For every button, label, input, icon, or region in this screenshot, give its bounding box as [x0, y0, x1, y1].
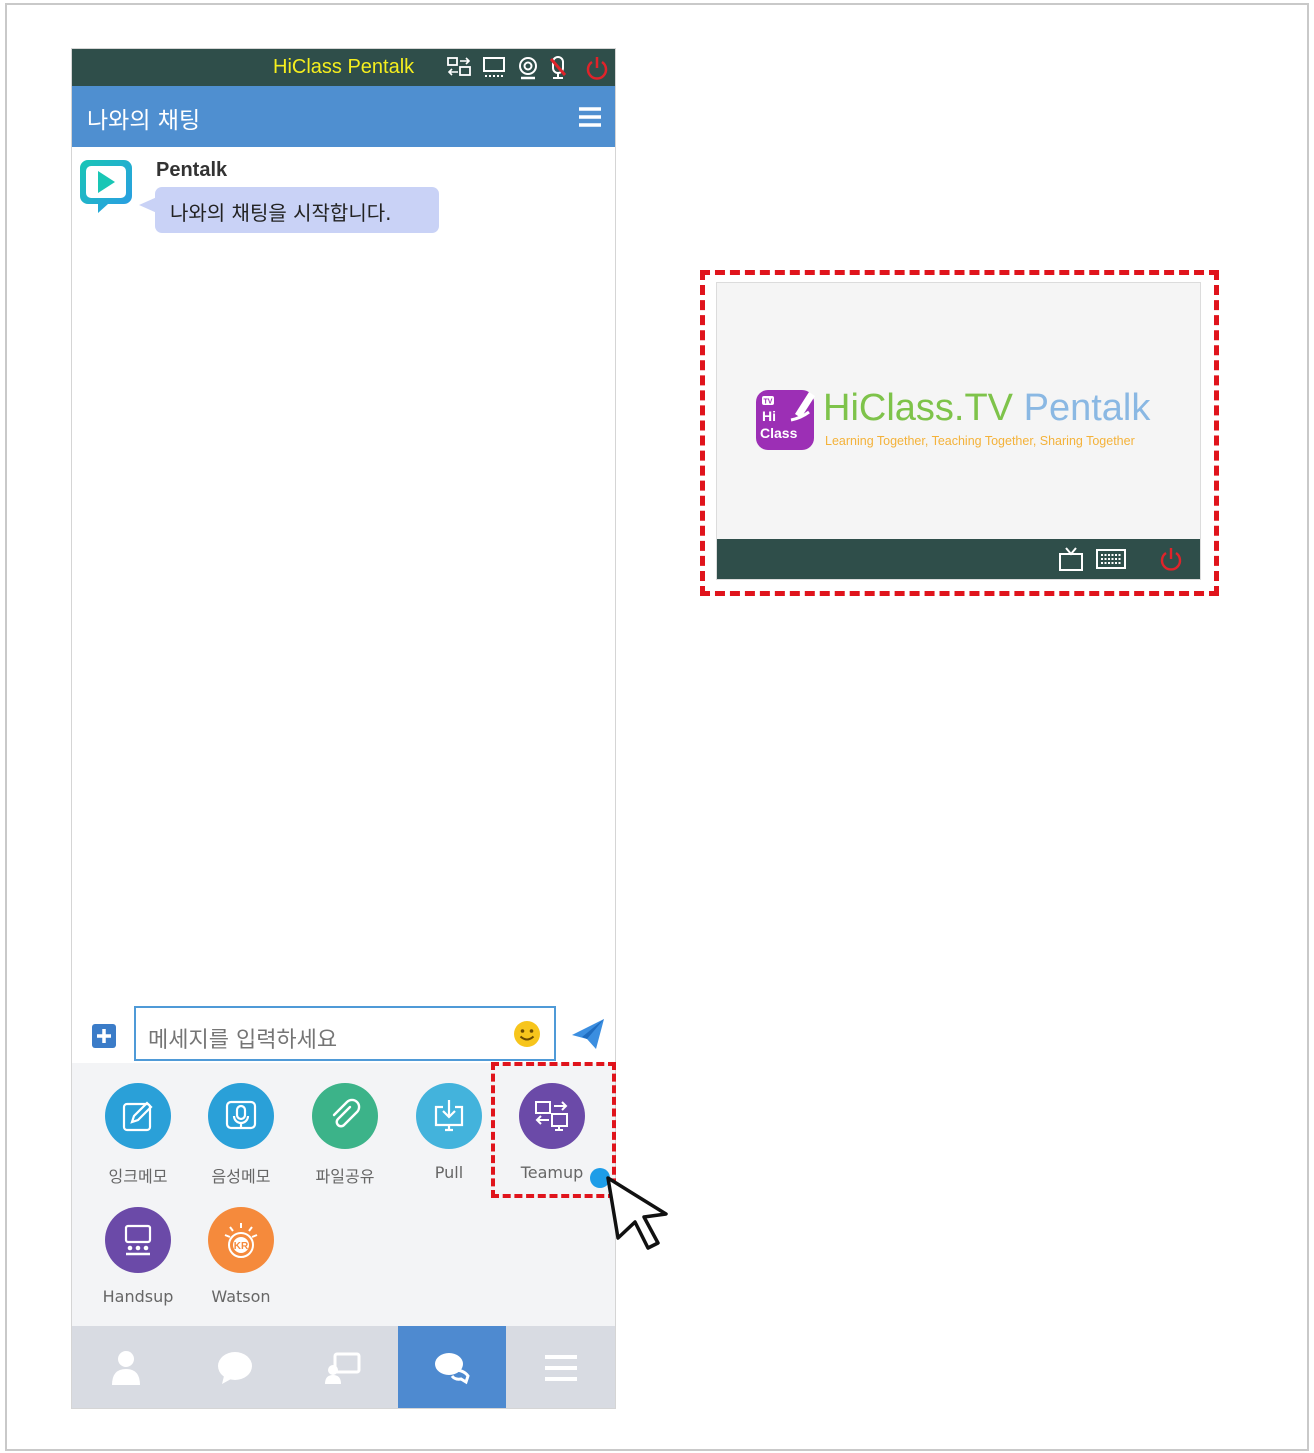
preview-title-hiclass: HiClass.TV — [823, 387, 1014, 429]
preview-title-pentalk: Pentalk — [1023, 387, 1151, 429]
webcam-icon[interactable] — [515, 55, 541, 81]
chat-header: 나와의 채팅 — [72, 86, 615, 147]
hiclass-pentalk-mini-window: TV Hi Class HiClass.TV Pentalk Learning … — [716, 282, 1201, 580]
preview-toolbar — [717, 539, 1200, 579]
screen-share-icon — [325, 1352, 361, 1384]
chat-bubbles-icon — [435, 1353, 470, 1385]
message-bubble: 나와의 채팅을 시작합니다. — [155, 187, 439, 233]
add-attachment-button[interactable] — [91, 1023, 117, 1049]
tool-label: Watson — [211, 1287, 271, 1306]
svg-text:TV: TV — [764, 399, 773, 406]
hamburger-menu-icon[interactable] — [577, 104, 603, 130]
tool-label: 음성메모 — [211, 1167, 271, 1186]
pentalk-avatar-icon — [80, 160, 132, 213]
person-icon — [112, 1351, 141, 1385]
tool-ink-memo[interactable]: 잉크메모 — [88, 1083, 188, 1187]
send-icon[interactable] — [570, 1017, 606, 1051]
microphone-icon — [208, 1083, 274, 1149]
hamburger-icon — [544, 1355, 577, 1381]
mouse-cursor-icon — [606, 1176, 668, 1250]
svg-text:Hi: Hi — [762, 408, 776, 424]
nav-more[interactable] — [506, 1326, 615, 1408]
tv-icon[interactable] — [1057, 545, 1085, 573]
tool-watson[interactable]: KR Watson — [191, 1207, 291, 1306]
nav-chats[interactable] — [181, 1326, 290, 1408]
monitor-status-icon[interactable] — [481, 55, 507, 81]
power-icon[interactable] — [584, 55, 610, 81]
mic-muted-icon[interactable] — [545, 55, 571, 81]
bottom-nav — [72, 1326, 615, 1408]
tool-label: 잉크메모 — [108, 1167, 168, 1186]
message-input[interactable] — [134, 1006, 556, 1061]
watson-kr-icon: KR — [208, 1207, 274, 1273]
app-name: HiClass Pentalk — [273, 56, 415, 78]
svg-text:KR: KR — [234, 1241, 249, 1252]
paperclip-icon — [312, 1083, 378, 1149]
message-sender: Pentalk — [156, 159, 228, 181]
nav-contacts[interactable] — [72, 1326, 181, 1408]
nav-my-chat[interactable] — [397, 1326, 507, 1408]
preview-power-icon[interactable] — [1157, 545, 1185, 573]
pencil-icon — [105, 1083, 171, 1149]
emoji-icon[interactable] — [512, 1019, 542, 1049]
tool-label: Handsup — [102, 1287, 174, 1306]
tool-handsup[interactable]: Handsup — [88, 1207, 188, 1306]
nav-screen-share[interactable] — [289, 1326, 398, 1408]
status-bar: HiClass Pentalk — [72, 49, 615, 86]
preview-title: HiClass.TV Pentalk — [823, 387, 1150, 430]
speech-bubble-icon — [217, 1352, 252, 1384]
tool-file-share[interactable]: 파일공유 — [295, 1083, 395, 1187]
tool-label: Pull — [434, 1163, 464, 1182]
svg-text:Class: Class — [760, 425, 798, 441]
pentalk-app-window: HiClass Pentalk 나와의 채팅 Pentalk 나와의 채팅을 시… — [71, 48, 616, 1409]
presentation-icon — [105, 1207, 171, 1273]
chat-title: 나와의 채팅 — [87, 108, 201, 134]
tool-voice-memo[interactable]: 음성메모 — [191, 1083, 291, 1187]
teamup-status-icon[interactable] — [446, 55, 472, 81]
tool-label: 파일공유 — [315, 1167, 375, 1186]
tool-pull[interactable]: Pull — [399, 1083, 499, 1182]
keyboard-icon[interactable] — [1095, 547, 1127, 571]
hiclass-logo-icon: TV Hi Class — [756, 390, 815, 450]
preview-tagline: Learning Together, Teaching Together, Sh… — [825, 434, 1135, 448]
download-monitor-icon — [416, 1083, 482, 1149]
